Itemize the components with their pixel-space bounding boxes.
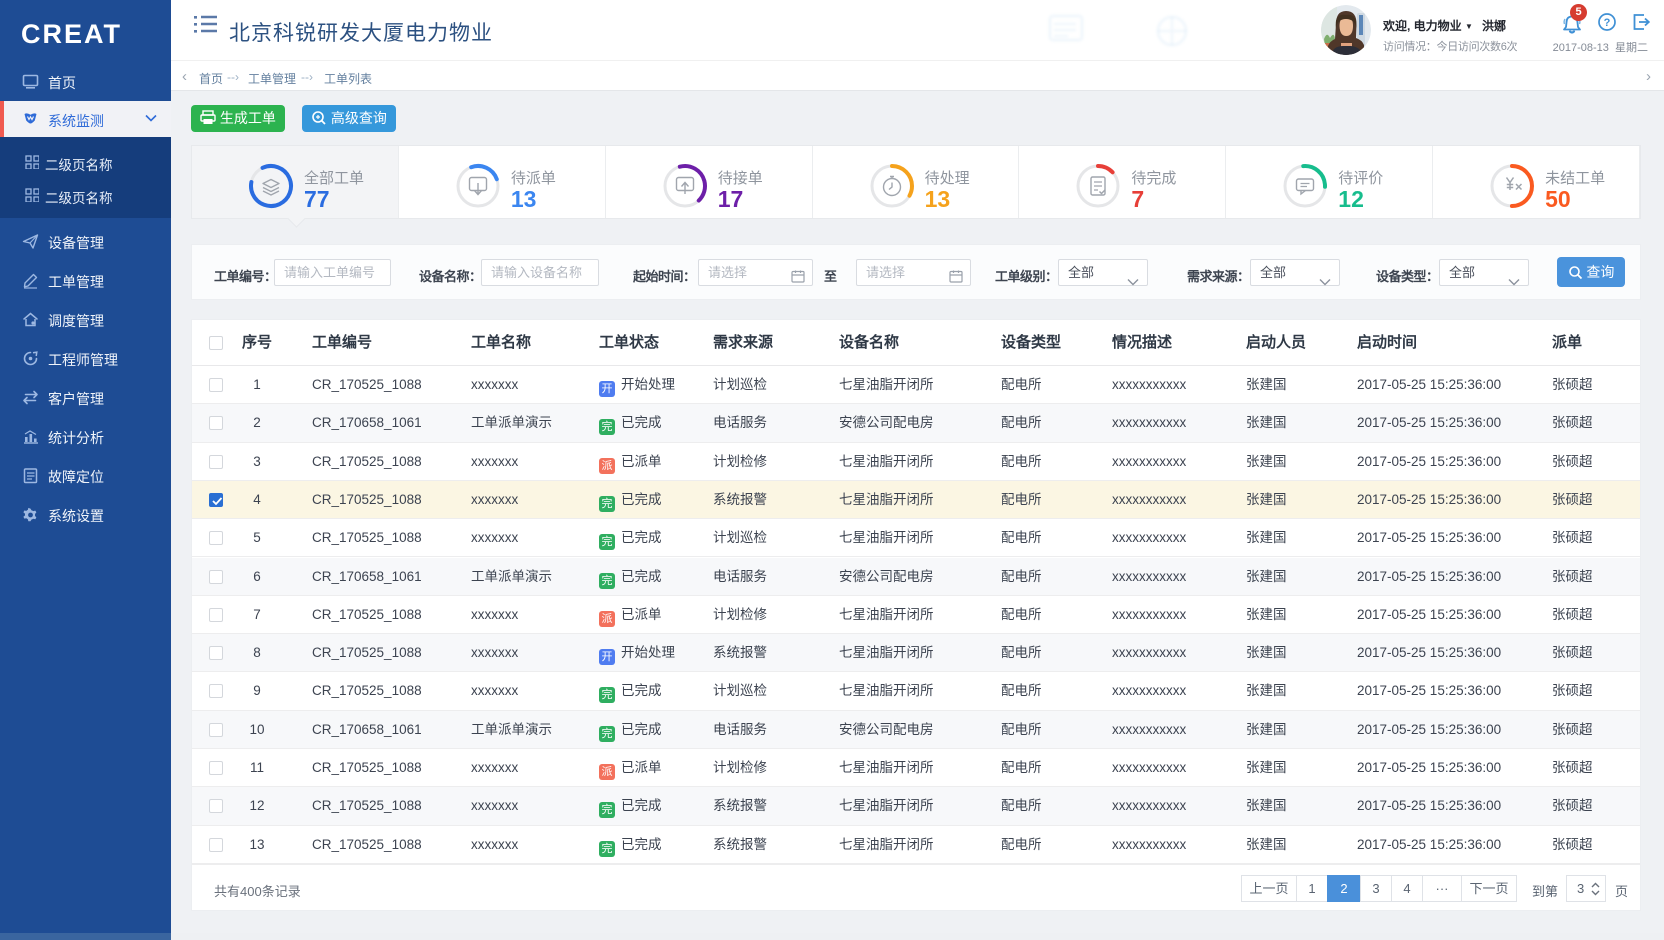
svg-text:?: ? <box>1604 17 1611 29</box>
